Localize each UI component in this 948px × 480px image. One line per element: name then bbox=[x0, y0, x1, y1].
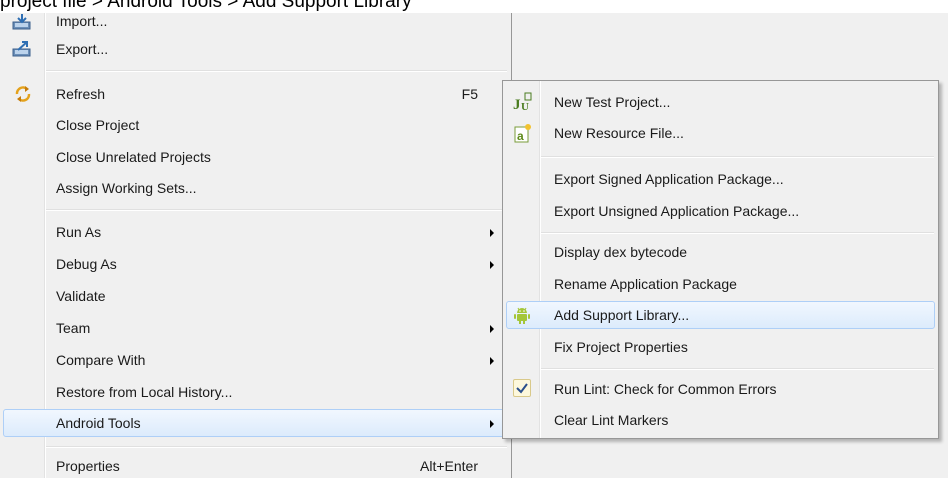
export-icon bbox=[12, 41, 32, 60]
menu-item-label: Add Support Library... bbox=[554, 307, 690, 323]
menu-item-close-project[interactable]: Close Project bbox=[3, 111, 508, 139]
menu-item-display-dex-bytecode[interactable]: Display dex bytecode bbox=[506, 238, 935, 266]
menu-item-label: Close Unrelated Projects bbox=[56, 149, 211, 165]
menu-item-label: Export Signed Application Package... bbox=[554, 171, 784, 187]
menu-item-label: Android Tools bbox=[56, 415, 141, 431]
menu-item-properties[interactable]: Properties Alt+Enter bbox=[3, 452, 508, 480]
menu-item-android-tools[interactable]: Android Tools bbox=[3, 409, 508, 437]
separator bbox=[541, 368, 934, 369]
menu-item-label: Display dex bytecode bbox=[554, 244, 688, 260]
menu-item-export-signed-package[interactable]: Export Signed Application Package... bbox=[506, 165, 935, 193]
menu-item-validate[interactable]: Validate bbox=[3, 282, 508, 310]
shortcut-label: F5 bbox=[461, 86, 478, 102]
menu-item-label: Validate bbox=[56, 288, 106, 304]
menu-item-clear-lint-markers[interactable]: Clear Lint Markers bbox=[506, 406, 935, 434]
android-resource-icon: a bbox=[513, 123, 533, 146]
menu-item-export[interactable]: Export... bbox=[3, 35, 508, 63]
menu-item-debug-as[interactable]: Debug As bbox=[3, 250, 508, 278]
menu-item-label: Debug As bbox=[56, 256, 117, 272]
submenu-arrow-icon bbox=[490, 357, 494, 365]
context-menu: Import... Export... Refresh F5 Close Pro… bbox=[0, 13, 512, 478]
menu-item-new-test-project[interactable]: J U New Test Project... bbox=[506, 88, 935, 116]
check-icon bbox=[516, 383, 528, 394]
refresh-icon bbox=[14, 85, 32, 106]
separator bbox=[46, 70, 507, 71]
submenu-arrow-icon bbox=[490, 325, 494, 333]
menu-item-label: New Resource File... bbox=[554, 125, 684, 141]
menu-item-fix-project-properties[interactable]: Fix Project Properties bbox=[506, 333, 935, 361]
separator bbox=[46, 446, 507, 447]
svg-text:J: J bbox=[513, 97, 521, 113]
menu-item-label: Clear Lint Markers bbox=[554, 412, 669, 428]
menu-item-team[interactable]: Team bbox=[3, 314, 508, 342]
menu-item-label: Export... bbox=[56, 41, 109, 57]
menu-item-label: Import... bbox=[56, 13, 108, 29]
menu-item-label: Run As bbox=[56, 224, 102, 240]
menu-item-label: Restore from Local History... bbox=[56, 384, 233, 400]
menu-item-label: Run Lint: Check for Common Errors bbox=[554, 381, 777, 397]
menu-item-export-unsigned-package[interactable]: Export Unsigned Application Package... bbox=[506, 197, 935, 225]
shortcut-label: Alt+Enter bbox=[420, 458, 478, 474]
menu-item-refresh[interactable]: Refresh F5 bbox=[3, 80, 508, 108]
submenu-arrow-icon bbox=[490, 261, 494, 269]
menu-item-label: Team bbox=[56, 320, 91, 336]
menu-item-rename-application-package[interactable]: Rename Application Package bbox=[506, 270, 935, 298]
menu-item-import[interactable]: Import... bbox=[3, 7, 508, 35]
separator bbox=[46, 209, 507, 210]
menu-item-new-resource-file[interactable]: a New Resource File... bbox=[506, 119, 935, 147]
menu-item-label: Compare With bbox=[56, 352, 146, 368]
submenu-arrow-icon bbox=[490, 229, 494, 237]
checkmark-box bbox=[513, 379, 531, 397]
android-icon bbox=[513, 306, 531, 327]
menu-item-label: Properties bbox=[56, 458, 120, 474]
menu-item-run-lint[interactable]: Run Lint: Check for Common Errors bbox=[506, 375, 935, 403]
menu-item-assign-working-sets[interactable]: Assign Working Sets... bbox=[3, 174, 508, 202]
svg-text:a: a bbox=[517, 129, 524, 143]
menu-item-label: Assign Working Sets... bbox=[56, 180, 197, 196]
menu-item-restore-local-history[interactable]: Restore from Local History... bbox=[3, 378, 508, 406]
menu-item-label: Export Unsigned Application Package... bbox=[554, 203, 800, 219]
separator bbox=[541, 156, 934, 157]
submenu-arrow-icon bbox=[490, 420, 494, 428]
menu-item-label: Fix Project Properties bbox=[554, 339, 688, 355]
menu-item-run-as[interactable]: Run As bbox=[3, 218, 508, 246]
menu-item-close-unrelated-projects[interactable]: Close Unrelated Projects bbox=[3, 143, 508, 171]
separator bbox=[541, 232, 934, 233]
menu-item-label: Rename Application Package bbox=[554, 276, 737, 292]
menu-item-add-support-library[interactable]: Add Support Library... bbox=[506, 301, 935, 329]
junit-icon: J U bbox=[512, 91, 534, 116]
import-icon bbox=[12, 14, 32, 33]
svg-text:U: U bbox=[521, 101, 529, 113]
menu-item-label: Refresh bbox=[56, 86, 106, 102]
android-tools-submenu: J U New Test Project... a New Resource F… bbox=[502, 80, 939, 439]
menu-item-label: New Test Project... bbox=[554, 94, 671, 110]
menu-item-compare-with[interactable]: Compare With bbox=[3, 346, 508, 374]
menu-item-label: Close Project bbox=[56, 117, 140, 133]
